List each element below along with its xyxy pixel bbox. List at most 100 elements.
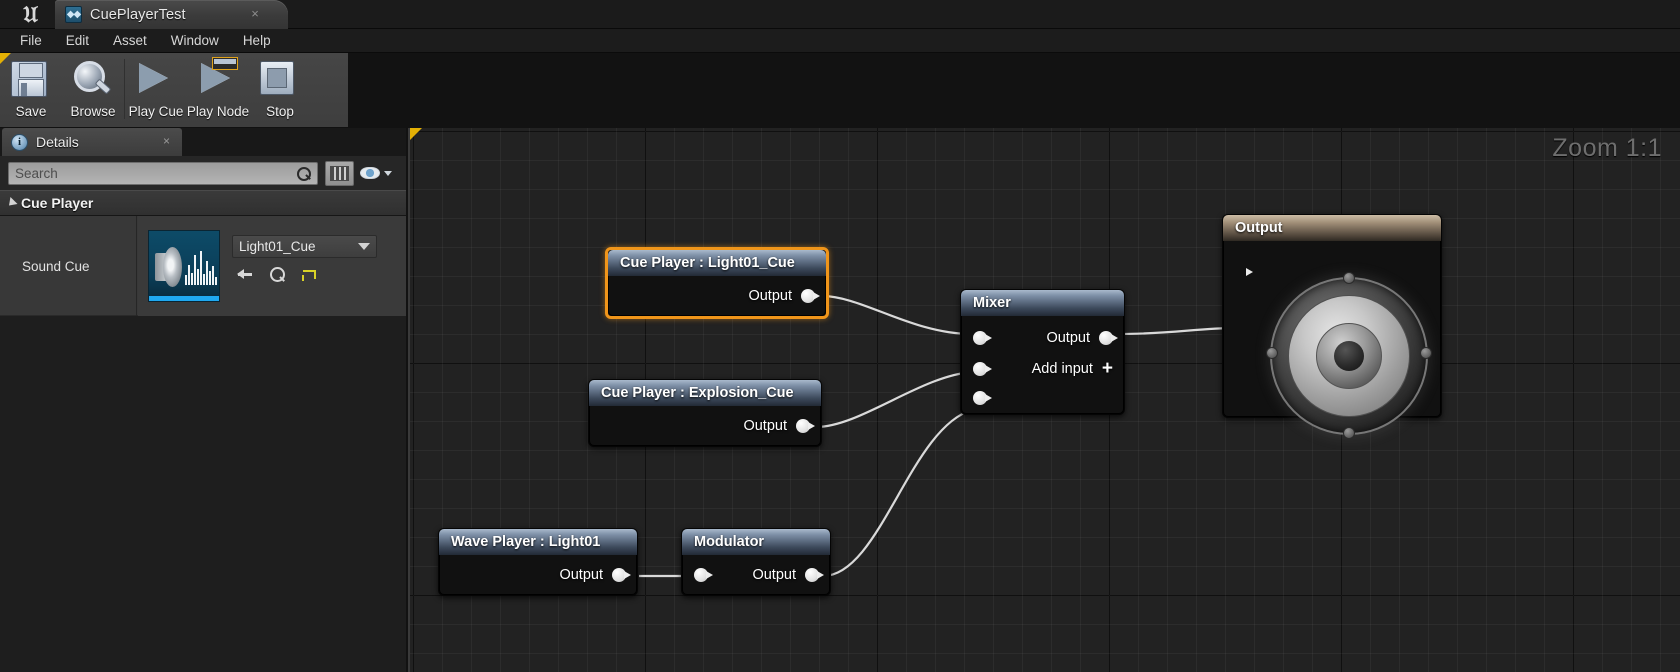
sound-cue-asset-picker[interactable]: Light01_Cue	[232, 235, 377, 258]
details-tab-label: Details	[36, 134, 79, 150]
output-pin-label: Output	[559, 567, 603, 583]
node-mixer[interactable]: Mixer Output Add input +	[960, 289, 1125, 415]
node-header: Output	[1223, 215, 1441, 241]
view-options-button[interactable]	[360, 164, 394, 182]
play-node-button-label: Play Node	[186, 104, 250, 119]
sound-cue-graph-canvas[interactable]: Zoom 1:1 Cue Player : Light01_Cue Output	[408, 128, 1680, 672]
grid-icon	[330, 166, 349, 181]
search-icon	[297, 166, 311, 181]
use-selected-asset-icon[interactable]	[236, 266, 254, 284]
output-pin[interactable]	[805, 568, 824, 582]
node-cue-player-explosion[interactable]: Cue Player : Explosion_Cue Output	[588, 379, 822, 447]
menu-item-help[interactable]: Help	[231, 30, 283, 52]
input-pin-2[interactable]	[973, 361, 992, 376]
search-input[interactable]: Search	[8, 162, 318, 185]
speaker-screw-bottom	[1343, 427, 1355, 439]
details-tab-row: i Details ×	[0, 128, 406, 156]
magnifier-icon	[73, 61, 113, 101]
output-pin[interactable]	[801, 289, 820, 303]
node-cue-player-light01[interactable]: Cue Player : Light01_Cue Output	[605, 247, 829, 319]
node-body: Output	[608, 276, 826, 316]
menu-item-window[interactable]: Window	[159, 30, 231, 52]
floppy-disk-icon	[11, 61, 51, 101]
close-icon[interactable]: ×	[163, 134, 170, 148]
display-options-button[interactable]	[325, 161, 354, 186]
speaker-center-cap	[1334, 341, 1364, 371]
node-header: Cue Player : Explosion_Cue	[589, 380, 821, 406]
node-output-row: Output	[590, 406, 820, 446]
speaker-icon	[155, 247, 182, 287]
browse-to-asset-icon[interactable]	[268, 266, 286, 284]
tab-details[interactable]: i Details ×	[2, 128, 182, 156]
output-pin-label: Output	[752, 567, 796, 583]
node-output-row: Output	[609, 276, 825, 316]
node-io-row: Output	[683, 555, 829, 595]
node-header: Modulator	[682, 529, 830, 555]
asset-tab-cueplayertest[interactable]: ◆◆ CuePlayerTest ×	[55, 0, 288, 29]
category-header-cue-player[interactable]: Cue Player	[0, 190, 406, 216]
close-icon[interactable]: ×	[248, 7, 262, 21]
sound-cue-asset-icon: ◆◆	[65, 6, 82, 23]
speaker-screw-top	[1343, 272, 1355, 284]
speaker-screw-left	[1266, 347, 1278, 359]
thumbnail-type-bar	[149, 296, 219, 301]
details-search-row: Search	[0, 156, 406, 190]
browse-button[interactable]: Browse	[62, 55, 124, 126]
node-body: Output	[589, 406, 821, 446]
input-pin[interactable]	[694, 568, 713, 582]
node-body	[1223, 241, 1441, 439]
mixer-row-output: Output	[962, 322, 1123, 353]
input-pin-3[interactable]	[973, 391, 992, 405]
stop-square-icon	[260, 61, 300, 101]
node-output-row: Output	[440, 555, 636, 595]
property-value: Light01_Cue	[138, 216, 406, 316]
sound-cue-thumbnail[interactable]	[148, 230, 220, 302]
info-icon: i	[11, 133, 28, 151]
details-panel: i Details × Search Cue Player Sound Cue	[0, 128, 406, 672]
zoom-level-label: Zoom 1:1	[1552, 134, 1662, 162]
add-input-label[interactable]: Add input	[1032, 361, 1093, 377]
menu-bar: File Edit Asset Window Help	[0, 29, 1680, 53]
waveform-icon	[185, 249, 217, 285]
node-header: Cue Player : Light01_Cue	[608, 250, 826, 276]
mixer-row-input-3	[962, 384, 1123, 412]
expand-triangle-icon	[5, 196, 18, 210]
reset-to-default-icon[interactable]	[300, 266, 318, 284]
node-body: Output	[439, 555, 637, 595]
node-body: Output Add input +	[961, 316, 1124, 414]
toolbar: Save Browse Play Cue Play Node Stop	[0, 53, 348, 128]
save-button[interactable]: Save	[0, 55, 62, 126]
details-empty-area	[0, 316, 406, 672]
speaker-screw-right	[1420, 347, 1432, 359]
output-pin[interactable]	[612, 568, 631, 582]
graph-corner-marker	[410, 128, 422, 140]
toolbar-corner-marker	[0, 53, 11, 64]
property-row-sound-cue: Sound Cue Light01_Cue	[0, 216, 406, 316]
mixer-row-add-input: Add input +	[962, 353, 1123, 384]
node-header: Wave Player : Light01	[439, 529, 637, 555]
browse-button-label: Browse	[70, 104, 116, 119]
output-pin-label: Output	[743, 418, 787, 434]
menu-item-edit[interactable]: Edit	[54, 30, 101, 52]
output-pin[interactable]	[1099, 330, 1118, 345]
play-cue-button[interactable]: Play Cue	[125, 55, 187, 126]
unreal-engine-logo-icon: 𝔘	[23, 2, 38, 27]
unreal-sound-cue-editor: 𝔘 ◆◆ CuePlayerTest × File Edit Asset Win…	[0, 0, 1680, 672]
stop-button[interactable]: Stop	[249, 55, 311, 126]
category-label: Cue Player	[21, 195, 94, 211]
input-pin-1[interactable]	[973, 330, 992, 345]
menu-item-asset[interactable]: Asset	[101, 30, 159, 52]
menu-item-file[interactable]: File	[8, 30, 54, 52]
play-node-button[interactable]: Play Node	[187, 55, 249, 126]
search-placeholder: Search	[15, 166, 58, 181]
output-pin[interactable]	[796, 419, 815, 433]
chevron-down-icon	[384, 170, 392, 176]
node-output[interactable]: Output	[1222, 214, 1442, 439]
node-wave-player-light01[interactable]: Wave Player : Light01 Output	[438, 528, 638, 596]
asset-action-buttons	[236, 266, 318, 284]
node-modulator[interactable]: Modulator Output	[681, 528, 831, 596]
property-label: Sound Cue	[0, 216, 137, 316]
add-input-plus-icon[interactable]: +	[1102, 359, 1113, 378]
eye-icon	[360, 167, 380, 179]
stop-button-label: Stop	[266, 104, 294, 119]
